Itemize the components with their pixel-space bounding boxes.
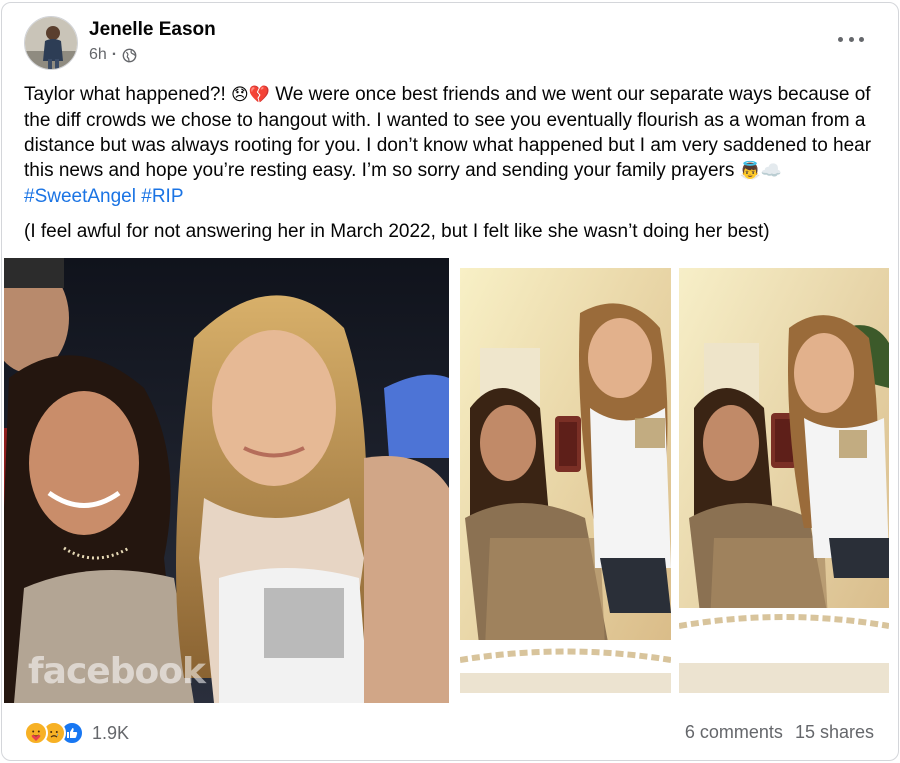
post-card: Jenelle Eason 6h · Taylor what happened?… [1, 2, 899, 761]
dot [848, 36, 854, 42]
meta-separator: · [111, 46, 118, 63]
post-text: Taylor what happened?! 😞💔 We were once b… [24, 82, 884, 209]
comments-count[interactable]: 6 comments [685, 722, 783, 743]
post-note: (I feel awful for not answering her in M… [24, 221, 770, 242]
dot [859, 36, 864, 42]
angel-cloud-emoji: 👼☁️ [739, 161, 782, 181]
post-meta: 6h · [89, 46, 137, 64]
post-photo[interactable] [460, 268, 671, 693]
post-photo[interactable]: facebook [4, 258, 449, 703]
reactions-summary[interactable]: 1.9K [24, 721, 129, 745]
post-photo[interactable] [679, 268, 889, 693]
hashtag-rip[interactable]: #RIP [141, 186, 183, 207]
care-icon [24, 721, 48, 745]
engagement-counts: 6 comments 15 shares [685, 722, 874, 743]
post-time[interactable]: 6h [89, 46, 107, 64]
dot [838, 36, 843, 42]
sad-heartbreak-emoji: 😞💔 [231, 85, 270, 105]
reaction-count[interactable]: 1.9K [92, 723, 129, 744]
facebook-watermark: facebook [28, 651, 206, 692]
hashtag-sweetangel[interactable]: #SweetAngel [24, 186, 136, 207]
shares-count[interactable]: 15 shares [795, 722, 874, 743]
post-text-part: Taylor what happened?! [24, 84, 232, 105]
globe-icon[interactable] [122, 48, 137, 63]
author-avatar[interactable] [24, 16, 78, 70]
author-name[interactable]: Jenelle Eason [89, 19, 216, 41]
more-options-icon[interactable] [838, 29, 864, 49]
